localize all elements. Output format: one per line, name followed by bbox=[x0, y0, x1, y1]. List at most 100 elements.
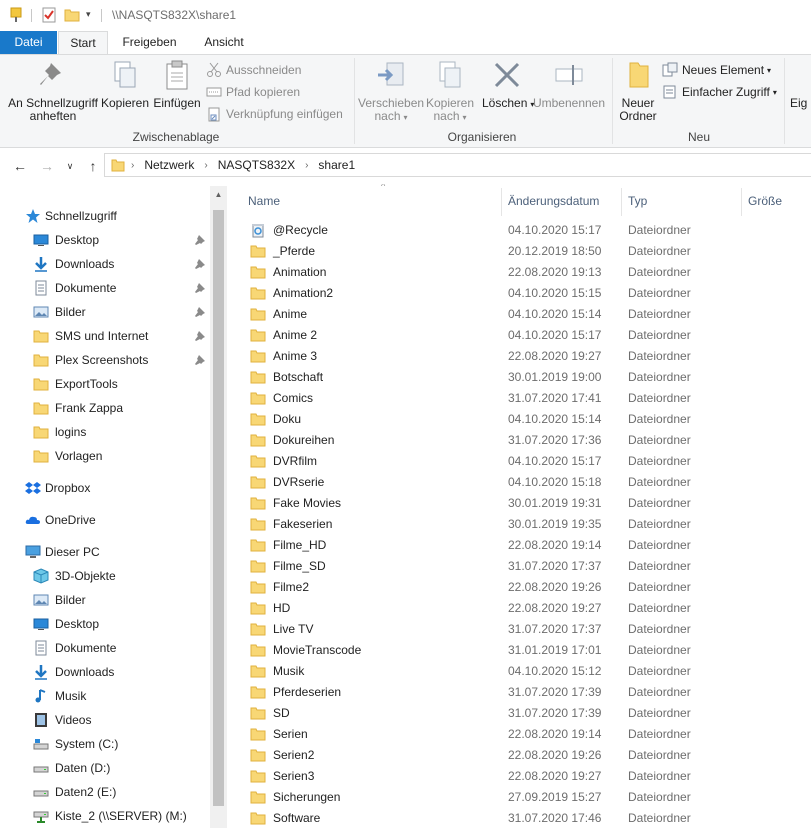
tab-datei[interactable]: Datei bbox=[0, 31, 57, 54]
breadcrumb-chevron-icon[interactable]: › bbox=[305, 160, 308, 171]
pin-icon[interactable] bbox=[9, 7, 23, 23]
file-row[interactable]: Comics 31.07.2020 17:41 Dateiordner bbox=[241, 387, 801, 408]
file-row[interactable]: Animation 22.08.2020 19:13 Dateiordner bbox=[241, 261, 801, 282]
column-header-name[interactable]: ^ Name bbox=[241, 184, 503, 218]
forward-arrow-icon[interactable]: → bbox=[38, 157, 56, 175]
file-row[interactable]: Serien3 22.08.2020 19:27 Dateiordner bbox=[241, 765, 801, 786]
nav-pc-item-downloads[interactable]: Downloads bbox=[33, 660, 114, 684]
move-to-button[interactable]: Verschieben nach ▾ bbox=[358, 59, 424, 124]
nav-quick-item-bilder[interactable]: Bilder bbox=[33, 300, 213, 324]
rename-button[interactable]: Umbenennen bbox=[532, 59, 606, 110]
file-row[interactable]: Sicherungen 27.09.2019 15:27 Dateiordner bbox=[241, 786, 801, 807]
nav-pc-item-videos[interactable]: Videos bbox=[33, 708, 91, 732]
nav-this-pc[interactable]: Dieser PC bbox=[25, 540, 100, 564]
nav-quick-item-dokumente[interactable]: Dokumente bbox=[33, 276, 213, 300]
file-row[interactable]: Software 31.07.2020 17:46 Dateiordner bbox=[241, 807, 801, 828]
nav-quick-item-downloads[interactable]: Downloads bbox=[33, 252, 213, 276]
file-row[interactable]: DVRserie 04.10.2020 15:18 Dateiordner bbox=[241, 471, 801, 492]
new-item-button[interactable]: Neues Element ▾ bbox=[662, 60, 771, 80]
nav-quick-item-exporttools[interactable]: ExportTools bbox=[33, 372, 213, 396]
pictures-icon bbox=[33, 594, 49, 606]
file-row[interactable]: Filme_SD 31.07.2020 17:37 Dateiordner bbox=[241, 555, 801, 576]
easy-access-button[interactable]: Einfacher Zugriff ▾ bbox=[662, 82, 777, 102]
tab-freigeben[interactable]: Freigeben bbox=[112, 31, 187, 54]
file-row[interactable]: Dokureihen 31.07.2020 17:36 Dateiordner bbox=[241, 429, 801, 450]
nav-quick-item-vorlagen[interactable]: Vorlagen bbox=[33, 444, 213, 468]
nav-pc-item-daten2-e-[interactable]: Daten2 (E:) bbox=[33, 780, 116, 804]
breadcrumb-share1[interactable]: share1 bbox=[318, 158, 355, 172]
file-name: Botschaft bbox=[273, 369, 324, 384]
paste-button[interactable]: Einfügen bbox=[151, 59, 203, 110]
nav-pc-item-musik[interactable]: Musik bbox=[33, 684, 86, 708]
file-row[interactable]: Live TV 31.07.2020 17:37 Dateiordner bbox=[241, 618, 801, 639]
tab-ansicht[interactable]: Ansicht bbox=[190, 31, 258, 54]
column-header-type[interactable]: Typ bbox=[621, 184, 741, 218]
properties-overflow-label[interactable]: Eig bbox=[790, 97, 811, 110]
breadcrumb-chevron-icon[interactable]: › bbox=[131, 160, 134, 171]
column-header-size[interactable]: Größe bbox=[741, 184, 811, 218]
file-row[interactable]: Serien 22.08.2020 19:14 Dateiordner bbox=[241, 723, 801, 744]
file-row[interactable]: Pferdeserien 31.07.2020 17:39 Dateiordner bbox=[241, 681, 801, 702]
nav-dropbox[interactable]: Dropbox bbox=[25, 476, 90, 500]
file-row[interactable]: Doku 04.10.2020 15:14 Dateiordner bbox=[241, 408, 801, 429]
breadcrumb-netzwerk[interactable]: Netzwerk bbox=[144, 158, 194, 172]
new-folder-icon[interactable] bbox=[64, 7, 80, 23]
file-row[interactable]: Filme_HD 22.08.2020 19:14 Dateiordner bbox=[241, 534, 801, 555]
file-row[interactable]: Animation2 04.10.2020 15:15 Dateiordner bbox=[241, 282, 801, 303]
nav-pc-item-desktop[interactable]: Desktop bbox=[33, 612, 99, 636]
file-row[interactable]: @Recycle 04.10.2020 15:17 Dateiordner bbox=[241, 219, 801, 240]
breadcrumb-nasqts832x[interactable]: NASQTS832X bbox=[218, 158, 295, 172]
copy-path-button[interactable]: Pfad kopieren bbox=[206, 82, 300, 102]
file-row[interactable]: Musik 04.10.2020 15:12 Dateiordner bbox=[241, 660, 801, 681]
nav-quick-item-desktop[interactable]: Desktop bbox=[33, 228, 213, 252]
copy-button[interactable]: Kopieren bbox=[100, 59, 150, 110]
file-row[interactable]: Botschaft 30.01.2019 19:00 Dateiordner bbox=[241, 366, 801, 387]
column-header-date[interactable]: Änderungsdatum bbox=[501, 184, 621, 218]
file-row[interactable]: Anime 3 22.08.2020 19:27 Dateiordner bbox=[241, 345, 801, 366]
delete-button[interactable]: Löschen ▾ bbox=[482, 59, 534, 111]
cut-button[interactable]: Ausschneiden bbox=[206, 60, 301, 80]
nav-onedrive[interactable]: OneDrive bbox=[25, 508, 96, 532]
back-arrow-icon[interactable]: ← bbox=[11, 157, 29, 175]
file-row[interactable]: SD 31.07.2020 17:39 Dateiordner bbox=[241, 702, 801, 723]
copy-to-button[interactable]: Kopieren nach ▾ bbox=[424, 59, 476, 124]
file-row[interactable]: Filme2 22.08.2020 19:26 Dateiordner bbox=[241, 576, 801, 597]
file-row[interactable]: Fakeserien 30.01.2019 19:35 Dateiordner bbox=[241, 513, 801, 534]
nav-pc-item-dokumente[interactable]: Dokumente bbox=[33, 636, 116, 660]
up-arrow-icon[interactable]: ↑ bbox=[84, 157, 102, 175]
file-row[interactable]: Serien2 22.08.2020 19:26 Dateiordner bbox=[241, 744, 801, 765]
properties-icon[interactable] bbox=[42, 7, 56, 23]
navigation-scroll-thumb[interactable] bbox=[213, 210, 224, 806]
scroll-up-arrow-icon[interactable]: ▲ bbox=[210, 186, 227, 203]
file-name: Dokureihen bbox=[273, 432, 335, 447]
paste-shortcut-button[interactable]: Verknüpfung einfügen bbox=[206, 104, 343, 124]
nav-pc-item-kiste-2-server-m-[interactable]: Kiste_2 (\\SERVER) (M:) bbox=[33, 804, 187, 828]
folder-icon bbox=[250, 455, 266, 467]
address-bar[interactable]: › Netzwerk › NASQTS832X › share1 bbox=[104, 153, 811, 177]
folder-icon bbox=[250, 686, 266, 698]
file-row[interactable]: HD 22.08.2020 19:27 Dateiordner bbox=[241, 597, 801, 618]
tab-start[interactable]: Start bbox=[58, 31, 108, 55]
nav-pc-item-3d-objekte[interactable]: 3D-Objekte bbox=[33, 564, 116, 588]
file-row[interactable]: _Pferde 20.12.2019 18:50 Dateiordner bbox=[241, 240, 801, 261]
breadcrumb-chevron-icon[interactable]: › bbox=[204, 160, 207, 171]
recent-locations-chevron-icon[interactable]: ∨ bbox=[61, 157, 79, 175]
nav-quick-item-plex-screenshots[interactable]: Plex Screenshots bbox=[33, 348, 213, 372]
nav-quick-access[interactable]: Schnellzugriff bbox=[25, 204, 117, 228]
pin-to-quick-access-button[interactable]: An Schnellzugriff anheften bbox=[4, 59, 102, 123]
nav-quick-item-logins[interactable]: logins bbox=[33, 420, 213, 444]
nav-pc-item-bilder[interactable]: Bilder bbox=[33, 588, 86, 612]
folder-icon bbox=[250, 602, 266, 614]
file-date: 22.08.2020 19:14 bbox=[508, 537, 602, 552]
file-row[interactable]: Fake Movies 30.01.2019 19:31 Dateiordner bbox=[241, 492, 801, 513]
nav-quick-item-sms-und-internet[interactable]: SMS und Internet bbox=[33, 324, 213, 348]
nav-pc-item-daten-d-[interactable]: Daten (D:) bbox=[33, 756, 110, 780]
new-folder-button[interactable]: Neuer Ordner bbox=[616, 59, 660, 123]
file-row[interactable]: DVRfilm 04.10.2020 15:17 Dateiordner bbox=[241, 450, 801, 471]
customize-toolbar-chevron-icon[interactable]: ▾ bbox=[86, 9, 91, 20]
file-row[interactable]: Anime 2 04.10.2020 15:17 Dateiordner bbox=[241, 324, 801, 345]
nav-quick-item-frank-zappa[interactable]: Frank Zappa bbox=[33, 396, 213, 420]
nav-pc-item-system-c-[interactable]: System (C:) bbox=[33, 732, 118, 756]
file-row[interactable]: MovieTranscode 31.01.2019 17:01 Dateiordne… bbox=[241, 639, 801, 660]
file-row[interactable]: Anime 04.10.2020 15:14 Dateiordner bbox=[241, 303, 801, 324]
